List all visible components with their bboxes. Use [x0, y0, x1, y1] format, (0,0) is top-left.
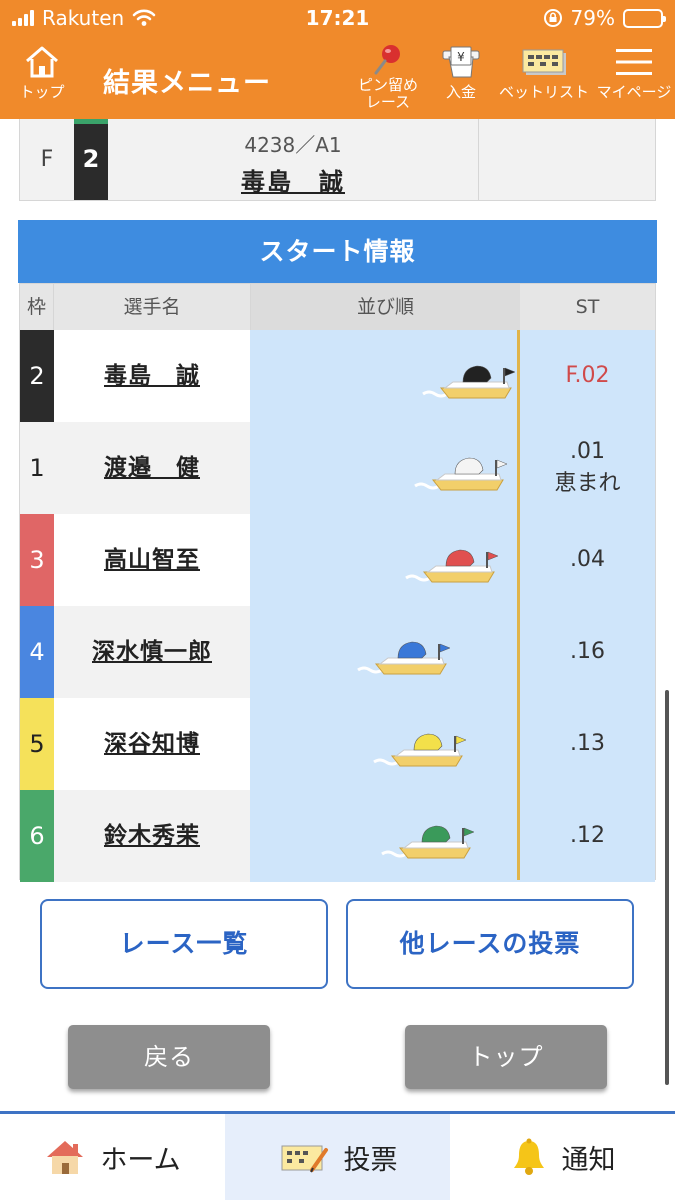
- lane-cell: [250, 330, 520, 422]
- back-button[interactable]: 戻る: [68, 1025, 270, 1089]
- start-info-title: スタート情報: [18, 220, 657, 283]
- rotation-lock-icon: [543, 9, 562, 27]
- st-value: .13: [570, 731, 605, 757]
- nav-home-label: ホーム: [100, 1144, 181, 1176]
- waku-cell: 5: [20, 698, 54, 790]
- bet-ticket-icon: [522, 49, 566, 75]
- race-list-button[interactable]: レース一覧: [40, 899, 328, 989]
- racer-name-link[interactable]: 毒島 誠: [108, 162, 478, 197]
- waku-cell: 3: [20, 514, 54, 606]
- racer-name-link[interactable]: 鈴木秀茉: [54, 790, 250, 882]
- lane-cell: [250, 790, 520, 882]
- page-title: 結果メニュー: [103, 68, 271, 99]
- boat-icon: [357, 641, 451, 675]
- pushpin-icon: [374, 45, 400, 75]
- waku-cell: 1: [20, 422, 54, 514]
- bet-list-button[interactable]: ベットリスト: [498, 37, 590, 119]
- boat-icon: [381, 825, 475, 859]
- st-cell: .12: [520, 790, 655, 882]
- racer-name-link[interactable]: 深谷知博: [54, 698, 250, 790]
- race-result-row: F 2 4238／A1 毒島 誠: [19, 119, 656, 201]
- deposit-label: 入金: [445, 83, 476, 101]
- nav-notify-label: 通知: [561, 1144, 616, 1176]
- start-row: 6 鈴木秀茉 .12: [20, 790, 655, 882]
- deposit-button[interactable]: ¥ 入金: [432, 37, 490, 119]
- racer-name-link[interactable]: 渡邉 健: [54, 422, 250, 514]
- result-flag: F: [40, 147, 54, 172]
- status-right: 79%: [543, 6, 666, 30]
- boat-icon: [373, 733, 467, 767]
- start-row: 1 渡邉 健 .01 恵まれ: [20, 422, 655, 514]
- bell-icon: [513, 1138, 544, 1175]
- empty-cell: [478, 119, 657, 200]
- nav-vote-label: 投票: [343, 1144, 398, 1176]
- racer-name-link[interactable]: 毒島 誠: [54, 330, 250, 422]
- st-cell: .16: [520, 606, 655, 698]
- st-cell: .04: [520, 514, 655, 606]
- st-cell: F.02: [520, 330, 655, 422]
- menu-icon: [616, 49, 652, 75]
- racer-name-link[interactable]: 深水慎一郎: [54, 606, 250, 698]
- st-value: .04: [570, 547, 605, 573]
- scroll-indicator[interactable]: [665, 690, 669, 1085]
- st-note: 恵まれ: [554, 471, 621, 496]
- header-name: 選手名: [123, 296, 181, 318]
- waku-cell: 6: [20, 790, 54, 882]
- nav-home[interactable]: ホーム: [0, 1114, 225, 1200]
- mypage-button[interactable]: マイページ: [596, 37, 672, 119]
- st-cell: .13: [520, 698, 655, 790]
- lane-cell: [250, 514, 520, 606]
- boat-icon: [422, 365, 516, 399]
- racer-info: 4238／A1 毒島 誠: [108, 119, 478, 200]
- app-header: トップ 結果メニュー ピン留め レース ¥ 入金 ベットリスト マイページ: [0, 37, 675, 119]
- status-bar: Rakuten 17:21 79%: [0, 0, 675, 37]
- start-line: [517, 330, 520, 880]
- pin-race-button[interactable]: ピン留め レース: [350, 37, 426, 119]
- start-info-table: 枠 選手名 並び順 ST 2 毒島 誠 F.02 1 渡邉 健 .01 恵まれ 3 高山智至 .0…: [19, 283, 656, 882]
- st-value: .16: [570, 639, 605, 665]
- lane-cell: [250, 606, 520, 698]
- start-row: 5 深谷知博 .13: [20, 698, 655, 790]
- start-row: 2 毒島 誠 F.02: [20, 330, 655, 422]
- home-nav-button[interactable]: トップ: [8, 37, 76, 119]
- header-st: ST: [575, 296, 600, 318]
- battery-percent: 79%: [570, 6, 615, 30]
- svg-text:¥: ¥: [457, 50, 465, 64]
- start-row: 4 深水慎一郎 .16: [20, 606, 655, 698]
- mypage-label: マイページ: [596, 83, 672, 101]
- boat-icon: [414, 457, 508, 491]
- home-icon: [47, 1141, 84, 1174]
- start-row: 3 高山智至 .04: [20, 514, 655, 606]
- other-race-vote-button[interactable]: 他レースの投票: [346, 899, 634, 989]
- nav-notify[interactable]: 通知: [450, 1114, 675, 1200]
- header-order: 並び順: [250, 284, 520, 330]
- header-waku: 枠: [20, 284, 54, 330]
- pin-race-label-line2: レース: [365, 93, 411, 111]
- st-cell: .01 恵まれ: [520, 422, 655, 514]
- lane-cell: [250, 698, 520, 790]
- st-value: .12: [570, 823, 605, 849]
- nav-vote[interactable]: 投票: [225, 1114, 450, 1200]
- vote-ticket-icon: [281, 1145, 328, 1173]
- waku-cell: 2: [20, 330, 54, 422]
- bottom-nav: ホーム 投票 通知: [0, 1111, 675, 1200]
- battery-icon: [623, 8, 666, 28]
- pin-race-label-line1: ピン留め: [357, 76, 418, 94]
- pin-race-label: ピン留め レース: [350, 77, 426, 111]
- boat-icon: [405, 549, 499, 583]
- house-icon: [26, 46, 58, 78]
- top-button[interactable]: トップ: [405, 1025, 607, 1089]
- racer-reg: 4238／A1: [244, 133, 342, 157]
- lane-cell: [250, 422, 520, 514]
- waku-cell: 4: [20, 606, 54, 698]
- start-table-header: 枠 選手名 並び順 ST: [20, 284, 655, 330]
- home-nav-label: トップ: [19, 83, 65, 101]
- st-value: F.02: [565, 363, 610, 389]
- atm-icon: ¥: [442, 46, 480, 78]
- bet-list-label: ベットリスト: [498, 83, 589, 101]
- waku-number: 2: [74, 119, 108, 200]
- st-value: .01: [570, 439, 605, 465]
- racer-name-link[interactable]: 高山智至: [54, 514, 250, 606]
